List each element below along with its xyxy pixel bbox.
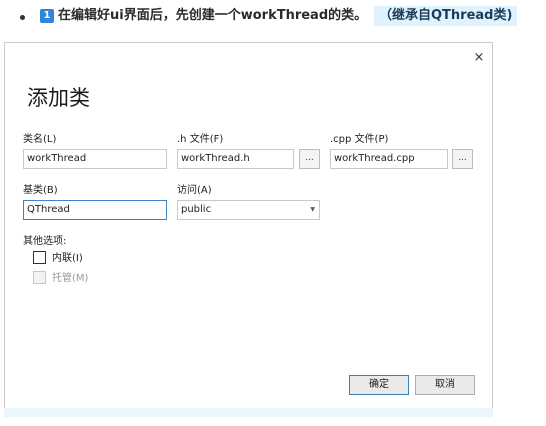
access-label: 访问(A)	[177, 185, 212, 196]
instruction-highlight: （继承自QThread类)	[374, 6, 518, 26]
close-icon[interactable]: ×	[471, 50, 487, 66]
base-class-label: 基类(B)	[23, 185, 58, 196]
instruction-text: 在编辑好ui界面后，先创建一个workThread的类。	[58, 8, 368, 23]
cpp-file-input[interactable]: workThread.cpp	[330, 149, 448, 169]
cpp-file-label: .cpp 文件(P)	[330, 134, 389, 145]
chevron-down-icon: ▼	[310, 206, 315, 213]
access-select[interactable]: public ▼	[177, 200, 320, 220]
access-select-value: public	[181, 204, 212, 215]
managed-checkbox-label: 托管(M)	[52, 273, 89, 284]
class-name-label: 类名(L)	[23, 134, 57, 145]
dialog-bottom-strip	[4, 408, 493, 417]
cancel-button[interactable]: 取消	[415, 375, 475, 395]
cpp-file-browse-button[interactable]: ...	[452, 149, 473, 169]
bullet-point	[20, 15, 25, 20]
dialog-title: 添加类	[27, 86, 90, 110]
step-number-badge: 1	[40, 9, 54, 23]
h-file-input[interactable]: workThread.h	[177, 149, 294, 169]
other-options-label: 其他选项:	[23, 236, 67, 247]
inline-checkbox-label: 内联(I)	[52, 253, 83, 264]
h-file-label: .h 文件(F)	[177, 134, 224, 145]
base-class-input[interactable]: QThread	[23, 200, 167, 220]
ok-button[interactable]: 确定	[349, 375, 409, 395]
class-name-input[interactable]: workThread	[23, 149, 167, 169]
managed-checkbox	[33, 271, 46, 284]
h-file-browse-button[interactable]: ...	[299, 149, 320, 169]
inline-checkbox[interactable]	[33, 251, 46, 264]
